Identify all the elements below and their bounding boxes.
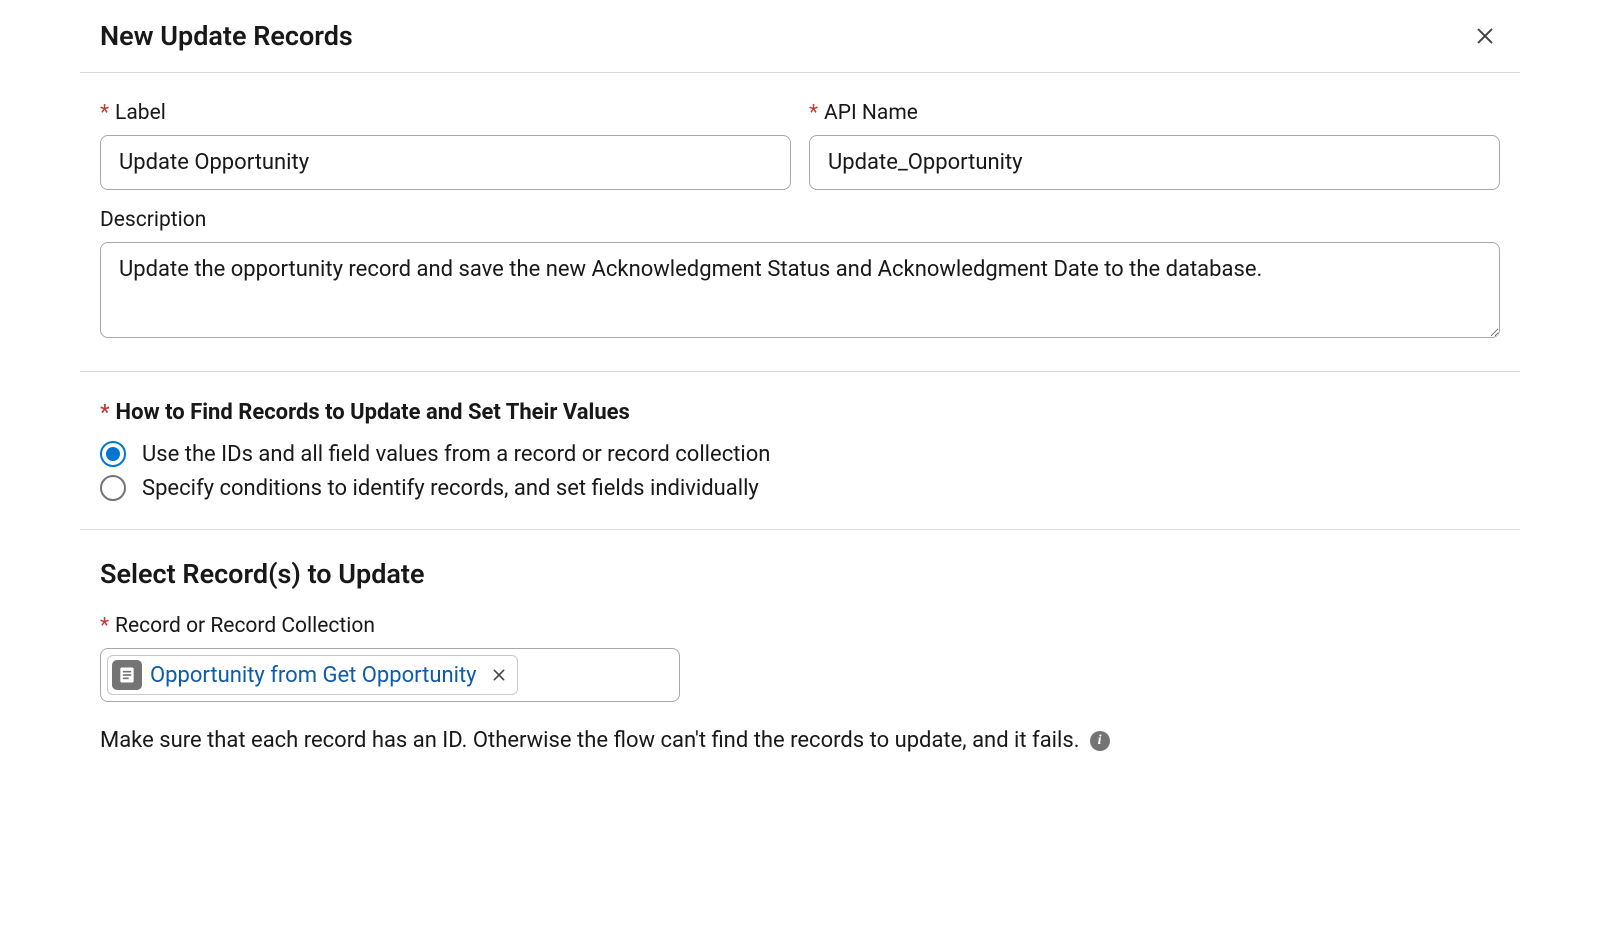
how-to-find-radio-group: Use the IDs and all field values from a … <box>100 441 1500 501</box>
description-field-label: Description <box>100 208 1500 232</box>
select-records-title: Select Record(s) to Update <box>100 558 1500 590</box>
update-records-modal: New Update Records Label API Name Descri… <box>80 0 1520 781</box>
radio-option-use-ids[interactable]: Use the IDs and all field values from a … <box>100 441 1500 467</box>
radio-label: Use the IDs and all field values from a … <box>142 442 770 467</box>
modal-header: New Update Records <box>80 0 1520 73</box>
record-pill: Opportunity from Get Opportunity <box>107 655 518 695</box>
close-button[interactable] <box>1470 21 1500 51</box>
radio-icon <box>100 441 126 467</box>
radio-label: Specify conditions to identify records, … <box>142 476 759 501</box>
record-pill-text[interactable]: Opportunity from Get Opportunity <box>150 663 477 688</box>
record-icon <box>112 660 142 690</box>
label-field-label: Label <box>100 101 791 125</box>
record-lookup-label: Record or Record Collection <box>100 614 1500 638</box>
radio-option-specify-conditions[interactable]: Specify conditions to identify records, … <box>100 475 1500 501</box>
api-name-field-label: API Name <box>809 101 1500 125</box>
record-lookup-input[interactable]: Opportunity from Get Opportunity <box>100 648 680 702</box>
record-id-hint: Make sure that each record has an ID. Ot… <box>100 728 1500 753</box>
info-icon[interactable]: i <box>1090 731 1110 751</box>
how-to-find-section: How to Find Records to Update and Set Th… <box>80 372 1520 530</box>
api-name-input[interactable] <box>809 135 1500 190</box>
close-icon <box>1474 25 1496 47</box>
how-to-find-heading: How to Find Records to Update and Set Th… <box>100 400 1500 425</box>
description-textarea[interactable] <box>100 242 1500 338</box>
modal-title: New Update Records <box>100 20 353 52</box>
hint-text: Make sure that each record has an ID. Ot… <box>100 728 1080 753</box>
close-icon <box>491 667 507 683</box>
radio-icon <box>100 475 126 501</box>
select-records-section: Select Record(s) to Update Record or Rec… <box>80 530 1520 781</box>
label-input[interactable] <box>100 135 791 190</box>
pill-remove-button[interactable] <box>489 665 509 685</box>
basic-fields-section: Label API Name Description <box>80 73 1520 372</box>
